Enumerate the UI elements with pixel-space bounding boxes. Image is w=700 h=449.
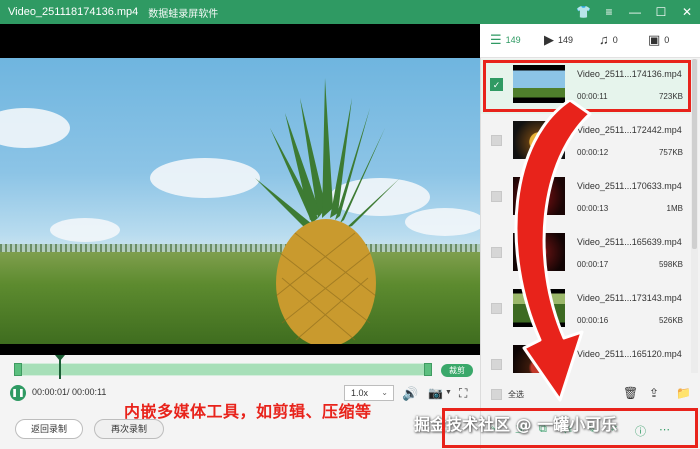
camera-icon[interactable]: 📷 <box>428 386 443 400</box>
maximize-icon[interactable]: ☐ <box>654 5 668 19</box>
pause-icon[interactable]: ❚❚ <box>10 385 26 401</box>
highlight-box-tools <box>442 408 698 448</box>
chevron-down-icon: ⌄ <box>381 388 388 397</box>
tab-image[interactable]: ▣ 0 <box>648 33 669 46</box>
export-icon[interactable]: ⇪ <box>649 386 659 400</box>
tab-video-count: 149 <box>558 34 574 45</box>
minimize-icon[interactable]: — <box>628 5 642 19</box>
file-size: 526KB <box>658 316 683 325</box>
time-display: 00:00:01/ 00:00:11 <box>32 387 107 397</box>
title-bar: Video_251118174136.mp4 数据蛙录屏软件 👕 ≡ — ☐ ✕ <box>0 0 700 24</box>
menu-icon[interactable]: ≡ <box>602 5 616 19</box>
app-name: 数据蛙录屏软件 <box>148 8 219 20</box>
timeline-track[interactable] <box>14 363 432 376</box>
media-tabs: ☰ 149 ▶ 149 ♫ 0 ▣ 0 <box>480 24 700 58</box>
tab-image-count: 0 <box>664 34 670 45</box>
trim-button[interactable]: 裁剪 <box>441 364 473 377</box>
tab-all-count: 149 <box>505 34 521 45</box>
window-title: Video_251118174136.mp4 <box>8 6 139 18</box>
trim-end-handle[interactable] <box>424 363 432 376</box>
scrollbar-thumb[interactable] <box>692 59 697 249</box>
video-icon: ▶ <box>544 32 554 47</box>
record-again-button[interactable]: 再次录制 <box>94 419 164 439</box>
tab-all[interactable]: ☰ 149 <box>490 33 521 46</box>
folder-icon[interactable]: 📁 <box>676 386 691 400</box>
file-size: 757KB <box>658 148 683 157</box>
close-icon[interactable]: ✕ <box>680 5 694 19</box>
playhead[interactable] <box>59 357 61 379</box>
list-icon: ☰ <box>490 32 502 47</box>
skin-icon[interactable]: 👕 <box>576 5 591 19</box>
window-controls: 👕 ≡ — ☐ ✕ <box>576 0 694 24</box>
list-scrollbar[interactable] <box>691 59 698 373</box>
tab-video[interactable]: ▶ 149 <box>544 33 573 46</box>
speed-value: 1.0x <box>351 388 369 398</box>
trim-start-handle[interactable] <box>14 363 22 376</box>
annotation-caption: 内嵌多媒体工具，如剪辑、压缩等 <box>124 402 372 421</box>
tab-audio-count: 0 <box>612 34 618 45</box>
file-size: 598KB <box>658 260 683 269</box>
video-frame <box>0 58 480 344</box>
image-icon: ▣ <box>648 32 661 47</box>
volume-icon[interactable]: 🔊 <box>402 386 418 402</box>
pineapple-image <box>255 78 400 344</box>
video-preview[interactable] <box>0 24 480 355</box>
music-icon: ♫ <box>599 32 609 47</box>
file-size: 1MB <box>666 204 683 213</box>
annotation-arrow-icon <box>514 100 592 402</box>
camera-dropdown-icon[interactable]: ▼ <box>445 389 452 396</box>
fullscreen-icon[interactable]: ⛶ <box>459 386 467 401</box>
tab-audio[interactable]: ♫ 0 <box>599 33 618 46</box>
back-to-record-button[interactable]: 返回录制 <box>15 419 83 439</box>
